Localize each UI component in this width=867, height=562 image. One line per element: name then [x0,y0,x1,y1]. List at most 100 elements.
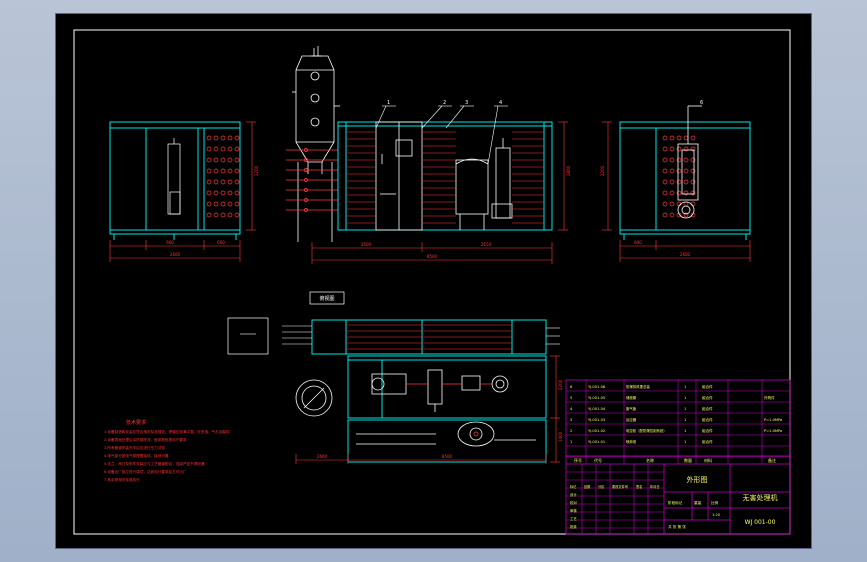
rack-port [234,157,240,163]
bom-cell: 组合件 [702,439,713,444]
bom-cell: YJ-001-06 [588,385,606,389]
rack-port [220,157,226,163]
plan-view: 俯视图 2600 8500 2200 1400 [227,291,563,464]
rack-port [669,168,675,174]
rack-port [669,146,675,152]
rack-port [213,179,219,185]
rev-col-zone: 分区 [598,484,605,489]
bom-cell: YJ-001-01 [588,440,605,444]
rack-port [227,157,233,163]
rev-col-sign: 签名 [636,484,642,489]
weight-label: 重量 [694,500,702,505]
sheet-count: 共 张 第 张 [668,524,686,529]
rack-port [234,190,240,196]
rack-port [683,135,689,141]
rack-port [213,168,219,174]
note-line-5: 5.法兰、阀门及附件安装应与工艺管道配合，连接严密不得泄漏 [104,461,205,466]
rack-port [676,146,682,152]
technical-notes: 技术要求 1.设备制造和安装应符合相关标准规范，焊缝应饱满平整，无夹渣、气孔及裂… [104,419,230,482]
rack-port [669,135,675,141]
note-line-1: 1.设备制造和安装应符合相关标准规范，焊缝应饱满平整，无夹渣、气孔及裂纹 [104,429,230,434]
bom-header-qty: 数量 [684,457,692,463]
bom-cell: 6 [570,385,573,389]
dim-plan-left: 2600 [317,454,328,459]
rack-port [234,168,240,174]
rack-port [213,201,219,207]
drawing-number: WJ 001-00 [745,519,776,526]
rack-port [683,179,689,185]
bom-cell: 储液罐 [626,395,637,400]
rack-port [220,201,226,207]
rack-port [206,146,212,152]
rack-port [662,212,668,218]
rack-port [206,190,212,196]
drawing-sheet: 900 600 2600 2200 1 2 3 4 3500 8500 2800… [56,14,811,548]
rack-port [676,190,682,196]
bom-header-mat: 材料 [704,457,712,463]
bom-cell: 组合件 [702,406,713,411]
bom-cell: 5 [570,396,572,400]
rack-port [669,190,675,196]
sheet-border [73,29,791,535]
bom-cell: 组合件 [702,417,713,422]
rack-port [220,179,226,185]
rack-port [683,168,689,174]
product-name: 无害处理机 [743,493,778,502]
rack-port [669,212,675,218]
bom-cell: 组合件 [702,395,713,400]
rack-port [662,157,668,163]
rack-port [220,146,226,152]
bom-cell: 组合件 [702,384,713,389]
rack-port [662,190,668,196]
callout-4: 4 [499,100,502,106]
rack-port [690,157,696,163]
rack-port [676,157,682,163]
bom-cell: 1 [684,418,686,422]
rack-port [227,179,233,185]
rack-port [220,168,226,174]
rev-col-mark: 标记 [570,484,577,489]
rack-port [227,190,233,196]
plan-view-label: 俯视图 [319,295,334,302]
bom-cell: 喷淋塔 [626,439,637,444]
rack-port [676,135,682,141]
bom-cell: 废气管 [626,406,637,411]
bom-cell: 外购件 [764,395,775,400]
rack-port [213,190,219,196]
rack-port [676,168,682,174]
rev-col-count: 处数 [584,484,591,489]
role-review: 审核 [570,508,577,513]
role-check: 校对 [570,500,577,505]
bom-cell: 电控柜（配防爆控制系统） [626,428,667,433]
rack-port [669,179,675,185]
dim-left-height: 2200 [254,165,259,176]
note-line-3: 3.所有管道安装完毕后应进行压力试验 [104,445,165,450]
bom-cell: 4 [570,407,573,411]
dim-right-height: 2200 [600,165,605,176]
bom-cell: 1 [684,429,686,433]
rack-port [206,179,212,185]
note-line-4: 4.电气部分按电气原理图接线，接地可靠 [104,453,169,458]
rack-port [220,190,226,196]
stage-label: 阶段标记 [668,500,683,505]
rack-port [213,135,219,141]
front-view: 1 2 3 4 3500 8500 2800 2150 [286,46,571,264]
rack-port [669,157,675,163]
rack-port [234,179,240,185]
rack-port [206,135,212,141]
bom-header-note: 备注 [768,457,776,463]
rack-port [683,201,689,207]
note-line-7: 7.其余按相关标准执行 [104,477,140,482]
rev-col-date: 年月日 [650,484,660,489]
bom-cell: P=1.0MPa [764,418,782,422]
dim-plan-total: 8500 [442,454,453,459]
bom-cell: 防爆排风罩总装 [626,384,650,389]
dim-left-total: 2600 [170,252,181,257]
rack-port [690,135,696,141]
rack-port [662,179,668,185]
role-process: 工艺 [570,516,577,521]
bom-cell: 1 [570,440,572,444]
bom-cell: 3 [570,418,572,422]
rack-port [220,212,226,218]
rack-port [206,157,212,163]
